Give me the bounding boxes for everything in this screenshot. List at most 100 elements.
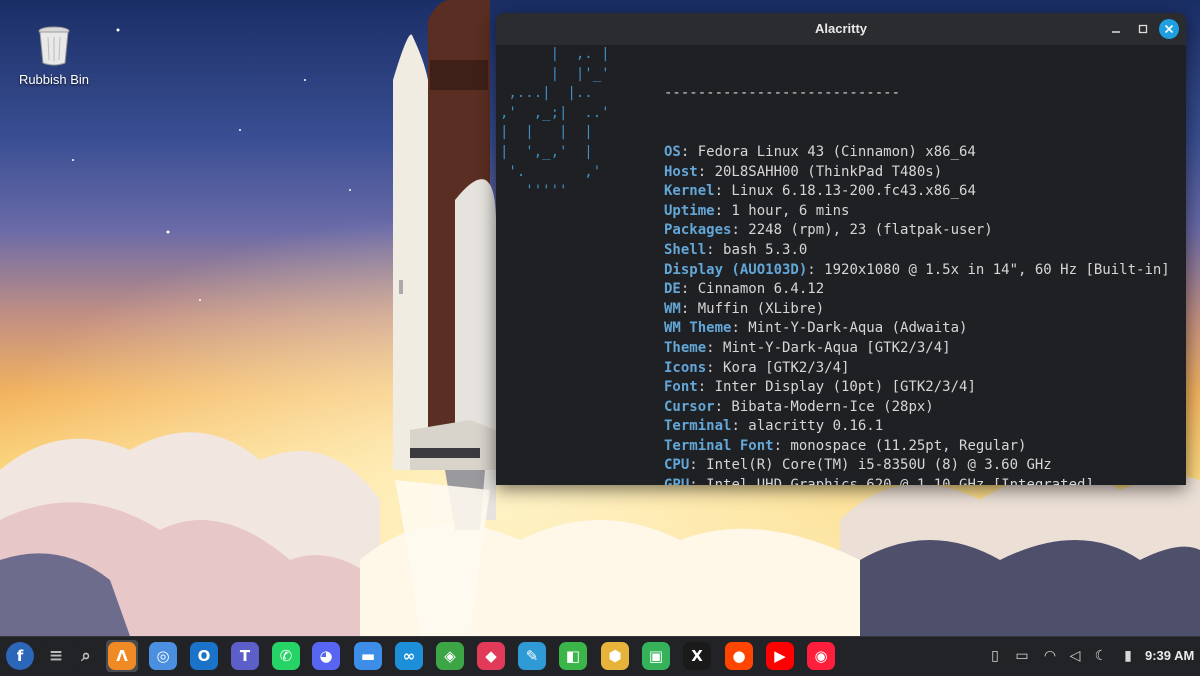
taskbar-button-window-list[interactable]: ≡ bbox=[41, 641, 71, 671]
box-app-icon: ◆ bbox=[477, 642, 505, 670]
info-key: DE bbox=[664, 281, 681, 298]
battery-icon[interactable]: ▮ bbox=[1118, 646, 1138, 666]
taskbar-button-search[interactable]: ⌕ bbox=[71, 641, 101, 671]
taskbar-button-outlook[interactable]: O bbox=[189, 641, 219, 671]
clock[interactable]: 9:39 AM bbox=[1145, 648, 1194, 663]
info-value: : Fedora Linux 43 (Cinnamon) x86_64 bbox=[680, 143, 976, 160]
info-line: Font: Inter Display (10pt) [GTK2/3/4] bbox=[664, 378, 1170, 398]
info-key: Packages bbox=[664, 222, 732, 239]
taskbar-button-cube-app[interactable]: ⬢ bbox=[600, 641, 630, 671]
gimp-icon: ✎ bbox=[518, 642, 546, 670]
window-titlebar[interactable]: Alacritty bbox=[496, 13, 1186, 45]
maximize-icon bbox=[1138, 24, 1148, 34]
info-line: Cursor: Bibata-Modern-Ice (28px) bbox=[664, 398, 1170, 418]
teams-icon: T bbox=[231, 642, 259, 670]
files-icon: ▬ bbox=[354, 642, 382, 670]
info-value: : 1 hour, 6 mins bbox=[714, 202, 850, 219]
maximize-button[interactable] bbox=[1133, 19, 1153, 39]
info-value: : Mint-Y-Dark-Aqua (Adwaita) bbox=[731, 320, 968, 337]
taskbar-button-fedora-menu[interactable]: f bbox=[5, 641, 35, 671]
desktop-icon-rubbish-bin[interactable]: Rubbish Bin bbox=[14, 26, 94, 87]
info-value: : Linux 6.18.13-200.fc43.x86_64 bbox=[714, 183, 976, 200]
info-line: Theme: Mint-Y-Dark-Aqua [GTK2/3/4] bbox=[664, 339, 1170, 359]
taskbar-button-chromium[interactable]: ◎ bbox=[148, 641, 178, 671]
trash-bin-icon bbox=[37, 26, 71, 66]
clipboard-icon[interactable]: ▯ bbox=[985, 646, 1005, 666]
youtube-icon: ▶ bbox=[766, 642, 794, 670]
window-title: Alacritty bbox=[814, 21, 868, 36]
close-button[interactable] bbox=[1159, 19, 1179, 39]
reddit-icon: ● bbox=[725, 642, 753, 670]
x-icon: X bbox=[683, 642, 711, 670]
taskbar-button-whatsapp[interactable]: ✆ bbox=[271, 641, 301, 671]
info-line: Shell: bash 5.3.0 bbox=[664, 241, 1170, 261]
taskbar-button-teams[interactable]: T bbox=[230, 641, 260, 671]
taskbar-button-nextcloud[interactable]: ∞ bbox=[394, 641, 424, 671]
taskbar-button-roblox[interactable]: ◧ bbox=[558, 641, 588, 671]
terminal-output[interactable]: | ,. | | |'_' ,...| |.. ,' ,_;| ..' | | … bbox=[496, 45, 1186, 485]
taskbar-button-reddit[interactable]: ● bbox=[724, 641, 754, 671]
volume-icon[interactable]: ◁ bbox=[1065, 646, 1085, 666]
taskbar-button-layers-app[interactable]: ◈ bbox=[435, 641, 465, 671]
info-line: Packages: 2248 (rpm), 23 (flatpak-user) bbox=[664, 221, 1170, 241]
cube-app-icon: ⬢ bbox=[601, 642, 629, 670]
taskbar-button-youtube[interactable]: ▶ bbox=[765, 641, 795, 671]
info-value: : monospace (11.25pt, Regular) bbox=[773, 437, 1027, 454]
alacritty-window[interactable]: Alacritty | ,. | | |'_' ,...| |.. ,' ,_;… bbox=[496, 13, 1186, 485]
close-icon bbox=[1164, 24, 1174, 34]
info-value: : Kora [GTK2/3/4] bbox=[706, 359, 850, 376]
info-separator: ---------------------------- bbox=[664, 85, 901, 102]
info-value: : Mint-Y-Dark-Aqua [GTK2/3/4] bbox=[706, 339, 951, 356]
info-line: Terminal Font: monospace (11.25pt, Regul… bbox=[664, 437, 1170, 457]
info-key: Terminal Font bbox=[664, 437, 774, 454]
taskbar-button-files[interactable]: ▬ bbox=[353, 641, 383, 671]
fedora-menu-icon: f bbox=[6, 642, 34, 670]
minimize-icon bbox=[1112, 31, 1120, 33]
taskbar-button-x[interactable]: X bbox=[682, 641, 712, 671]
minimize-button[interactable] bbox=[1106, 19, 1126, 39]
info-key: Font bbox=[664, 379, 698, 396]
taskbar-button-gimp[interactable]: ✎ bbox=[517, 641, 547, 671]
info-line: Display (AUO103D): 1920x1080 @ 1.5x in 1… bbox=[664, 261, 1170, 281]
roblox-icon: ◧ bbox=[559, 642, 587, 670]
taskbar-button-box-app[interactable]: ◆ bbox=[476, 641, 506, 671]
info-line: DE: Cinnamon 6.4.12 bbox=[664, 280, 1170, 300]
info-key: WM bbox=[664, 300, 681, 317]
info-line: Terminal: alacritty 0.16.1 bbox=[664, 417, 1170, 437]
desktop-icon-label: Rubbish Bin bbox=[18, 72, 90, 87]
youtube-music-icon: ◉ bbox=[807, 642, 835, 670]
info-key: OS bbox=[664, 143, 681, 160]
info-line: Host: 20L8SAHH00 (ThinkPad T480s) bbox=[664, 163, 1170, 183]
info-line: OS: Fedora Linux 43 (Cinnamon) x86_64 bbox=[664, 143, 1170, 163]
layers-app-icon: ◈ bbox=[436, 642, 464, 670]
info-key: Kernel bbox=[664, 183, 715, 200]
taskbar-button-youtube-music[interactable]: ◉ bbox=[806, 641, 836, 671]
info-key: CPU bbox=[664, 457, 690, 474]
info-key: Shell bbox=[664, 241, 707, 258]
info-line: WM: Muffin (XLibre) bbox=[664, 300, 1170, 320]
info-value: : Inter Display (10pt) [GTK2/3/4] bbox=[697, 379, 976, 396]
info-value: : Muffin (XLibre) bbox=[680, 300, 825, 317]
fedora-ascii-logo: | ,. | | |'_' ,...| |.. ,' ,_;| ..' | | … bbox=[500, 46, 610, 200]
chromium-icon: ◎ bbox=[149, 642, 177, 670]
display-icon[interactable]: ▭ bbox=[1012, 646, 1032, 666]
taskbar-button-discord[interactable]: ◕ bbox=[311, 641, 341, 671]
info-value: : Cinnamon 6.4.12 bbox=[680, 281, 825, 298]
info-key: Icons bbox=[664, 359, 707, 376]
fastfetch-info: ---------------------------- OS: Fedora … bbox=[664, 45, 1170, 485]
night-light-icon[interactable]: ☾ bbox=[1091, 646, 1111, 666]
info-value: : Bibata-Modern-Ice (28px) bbox=[714, 398, 934, 415]
info-value: : bash 5.3.0 bbox=[706, 241, 808, 258]
discord-icon: ◕ bbox=[312, 642, 340, 670]
wifi-icon[interactable]: ◠ bbox=[1040, 646, 1060, 666]
alacritty-icon: Λ bbox=[108, 642, 136, 670]
info-key: Host bbox=[664, 163, 698, 180]
info-line: WM Theme: Mint-Y-Dark-Aqua (Adwaita) bbox=[664, 319, 1170, 339]
taskbar-button-alacritty[interactable]: Λ bbox=[106, 640, 138, 672]
info-value: : 20L8SAHH00 (ThinkPad T480s) bbox=[697, 163, 943, 180]
info-key: GPU bbox=[664, 477, 689, 485]
info-line: CPU: Intel(R) Core(TM) i5-8350U (8) @ 3.… bbox=[664, 456, 1170, 476]
taskbar-button-gameboy-emulator[interactable]: ▣ bbox=[641, 641, 671, 671]
info-key: Theme bbox=[664, 339, 707, 356]
outlook-icon: O bbox=[190, 642, 218, 670]
